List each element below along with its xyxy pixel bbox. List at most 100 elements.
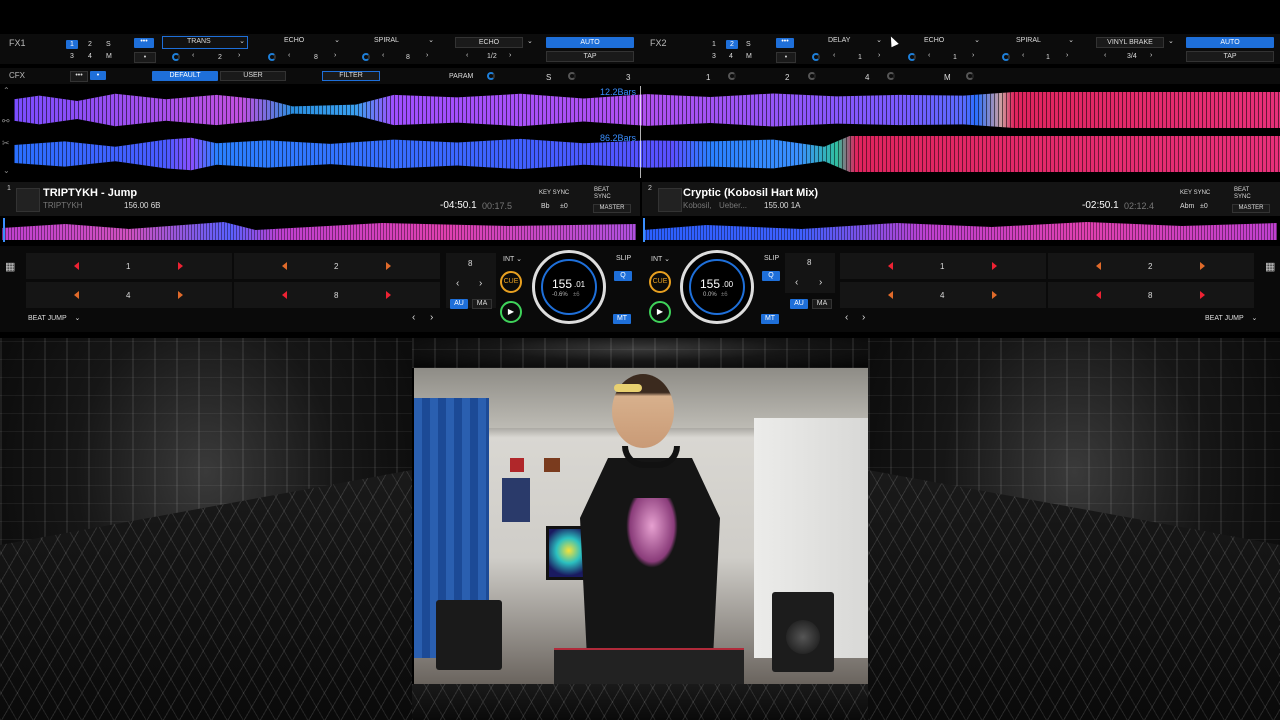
pad-left-arrow-icon[interactable]	[282, 291, 287, 299]
cfx-knob-m[interactable]	[966, 72, 974, 80]
deck1-mt-button[interactable]: MT	[613, 314, 631, 324]
cfx-user-button[interactable]: USER	[220, 71, 286, 81]
fx1-slot1-knob[interactable]	[172, 53, 180, 61]
waveform-deck2[interactable]	[14, 136, 1280, 172]
grid-icon[interactable]: ▦	[5, 260, 15, 273]
fx1-slot3[interactable]: SPIRAL ⌄	[352, 36, 436, 47]
deck1-au-button[interactable]: AU	[450, 299, 468, 309]
deck1-pad-1[interactable]: 1	[26, 253, 232, 279]
fx1-deck-4[interactable]: 4	[88, 53, 92, 60]
fx2-deck-4[interactable]: 4	[729, 53, 733, 60]
fx1-deck-s[interactable]: S	[106, 41, 111, 48]
deck2-play-button[interactable]: ▶	[649, 301, 671, 323]
grid-icon[interactable]: ▦	[1265, 260, 1275, 273]
pad-left-arrow-icon[interactable]	[74, 291, 79, 299]
fx2-slot1[interactable]: DELAY ⌄	[804, 36, 888, 47]
deck1-key-sync-button[interactable]: KEY SYNC	[539, 190, 569, 196]
fx2-slot2-left-arrow[interactable]: ‹	[928, 52, 930, 59]
deck2-overview-waveform[interactable]	[643, 222, 1277, 240]
deck1-key-offset[interactable]: ±0	[560, 203, 568, 210]
fx1-tap-button[interactable]: TAP	[546, 51, 634, 62]
deck1-pad-4[interactable]: 4	[26, 282, 232, 308]
deck1-beat-sync-button[interactable]: BEAT SYNC	[594, 187, 614, 201]
fx1-effect-right-arrow[interactable]: ›	[509, 52, 511, 59]
cfx-menu-button[interactable]: •••	[70, 71, 88, 82]
pad-left-arrow-icon[interactable]	[74, 262, 79, 270]
fx1-deck-m[interactable]: M	[106, 53, 112, 60]
deck1-pad-2[interactable]: 2	[234, 253, 440, 279]
fx2-dot-button[interactable]: •	[776, 52, 796, 63]
pad-left-arrow-icon[interactable]	[888, 291, 893, 299]
fx2-deck-1[interactable]: 1	[712, 41, 716, 48]
fx2-tap-button[interactable]: TAP	[1186, 51, 1274, 62]
fx1-effect-left-arrow[interactable]: ‹	[466, 52, 468, 59]
pad-left-arrow-icon[interactable]	[282, 262, 287, 270]
fx1-auto-button[interactable]: AUTO	[546, 37, 634, 48]
deck2-jog-wheel[interactable]: 155 .00 0.0% ±6	[680, 250, 754, 324]
fx2-auto-button[interactable]: AUTO	[1186, 37, 1274, 48]
fx2-slot1-right-arrow[interactable]: ›	[878, 52, 880, 59]
fx2-slot2[interactable]: ECHO ⌄	[900, 36, 984, 47]
deck2-pad-4[interactable]: 4	[840, 282, 1046, 308]
deck2-beat-jump-select[interactable]: BEAT JUMP ⌄	[1205, 314, 1257, 322]
fx2-slot3-right-arrow[interactable]: ›	[1066, 52, 1068, 59]
cfx-default-button[interactable]: DEFAULT	[152, 71, 218, 81]
pad-right-arrow-icon[interactable]	[992, 291, 997, 299]
fx2-deck-m[interactable]: M	[746, 53, 752, 60]
deck1-play-button[interactable]: ▶	[500, 301, 522, 323]
deck1-loop-double[interactable]: ›	[479, 278, 482, 289]
deck1-cue-button[interactable]: CUE	[500, 271, 522, 293]
fx1-deck-1[interactable]: 1	[66, 40, 78, 49]
cfx-knob-4[interactable]	[887, 72, 895, 80]
cfx-filter-button[interactable]: FILTER	[322, 71, 380, 81]
fx1-slot2[interactable]: ECHO ⌄	[258, 36, 342, 47]
fx1-menu-button[interactable]: •••	[134, 38, 154, 48]
fx1-dot-button[interactable]: •	[134, 52, 156, 63]
cfx-dot-button[interactable]: •	[90, 71, 106, 80]
chevron-down-icon[interactable]: ⌄	[3, 166, 10, 175]
fx1-slot1-right-arrow[interactable]: ›	[238, 52, 240, 59]
fx1-slot3-right-arrow[interactable]: ›	[426, 52, 428, 59]
fx2-effect-select[interactable]: VINYL BRAKE	[1096, 37, 1164, 48]
deck2-pad-1[interactable]: 1	[840, 253, 1046, 279]
deck1-pad-8[interactable]: 8	[234, 282, 440, 308]
deck2-slip-button[interactable]: SLIP	[764, 255, 779, 262]
deck2-loop-double[interactable]: ›	[819, 277, 822, 288]
deck2-cue-button[interactable]: CUE	[649, 271, 671, 293]
pad-left-arrow-icon[interactable]	[1096, 262, 1101, 270]
deck1-jump-left-arrow[interactable]: ‹	[412, 312, 415, 323]
fx2-effect-left-arrow[interactable]: ‹	[1104, 52, 1106, 59]
fx1-slot2-left-arrow[interactable]: ‹	[288, 52, 290, 59]
waveform-area[interactable]: 12.2Bars 86.2Bars ⌃ ⚯ ✂ ⌄	[0, 86, 1280, 178]
pad-left-arrow-icon[interactable]	[888, 262, 893, 270]
pad-left-arrow-icon[interactable]	[1096, 291, 1101, 299]
fx2-menu-button[interactable]: •••	[776, 38, 794, 48]
deck1-int-select[interactable]: INT ⌄	[503, 255, 522, 263]
link-icon[interactable]: ⚯	[2, 116, 10, 127]
fx2-deck-2[interactable]: 2	[726, 40, 738, 49]
chevron-down-icon[interactable]: ⌄	[527, 37, 533, 45]
chevron-down-icon[interactable]: ⌄	[1168, 37, 1174, 45]
pad-right-arrow-icon[interactable]	[178, 291, 183, 299]
deck2-ma-button[interactable]: MA	[812, 299, 832, 309]
fx2-slot3[interactable]: SPIRAL ⌄	[994, 36, 1078, 47]
pad-right-arrow-icon[interactable]	[178, 262, 183, 270]
cfx-knob-1[interactable]	[728, 72, 736, 80]
deck1-jump-right-arrow[interactable]: ›	[430, 312, 433, 323]
deck2-loop-size[interactable]: 8	[807, 258, 811, 267]
fx2-slot3-left-arrow[interactable]: ‹	[1022, 52, 1024, 59]
deck1-loop-size[interactable]: 8	[468, 259, 472, 268]
fx2-slot3-knob[interactable]	[1002, 53, 1010, 61]
deck2-loop-half[interactable]: ‹	[795, 277, 798, 288]
waveform-deck1[interactable]	[14, 92, 1280, 128]
deck1-ma-button[interactable]: MA	[472, 299, 492, 309]
deck1-master-button[interactable]: MASTER	[593, 204, 631, 213]
fx1-slot2-right-arrow[interactable]: ›	[334, 52, 336, 59]
fx2-effect-right-arrow[interactable]: ›	[1150, 52, 1152, 59]
cfx-param-knob[interactable]	[487, 72, 495, 80]
deck2-quantize-button[interactable]: Q	[762, 271, 780, 281]
pad-right-arrow-icon[interactable]	[386, 262, 391, 270]
fx1-effect-select[interactable]: ECHO	[455, 37, 523, 48]
fx2-deck-s[interactable]: S	[746, 41, 751, 48]
fx1-slot3-knob[interactable]	[362, 53, 370, 61]
